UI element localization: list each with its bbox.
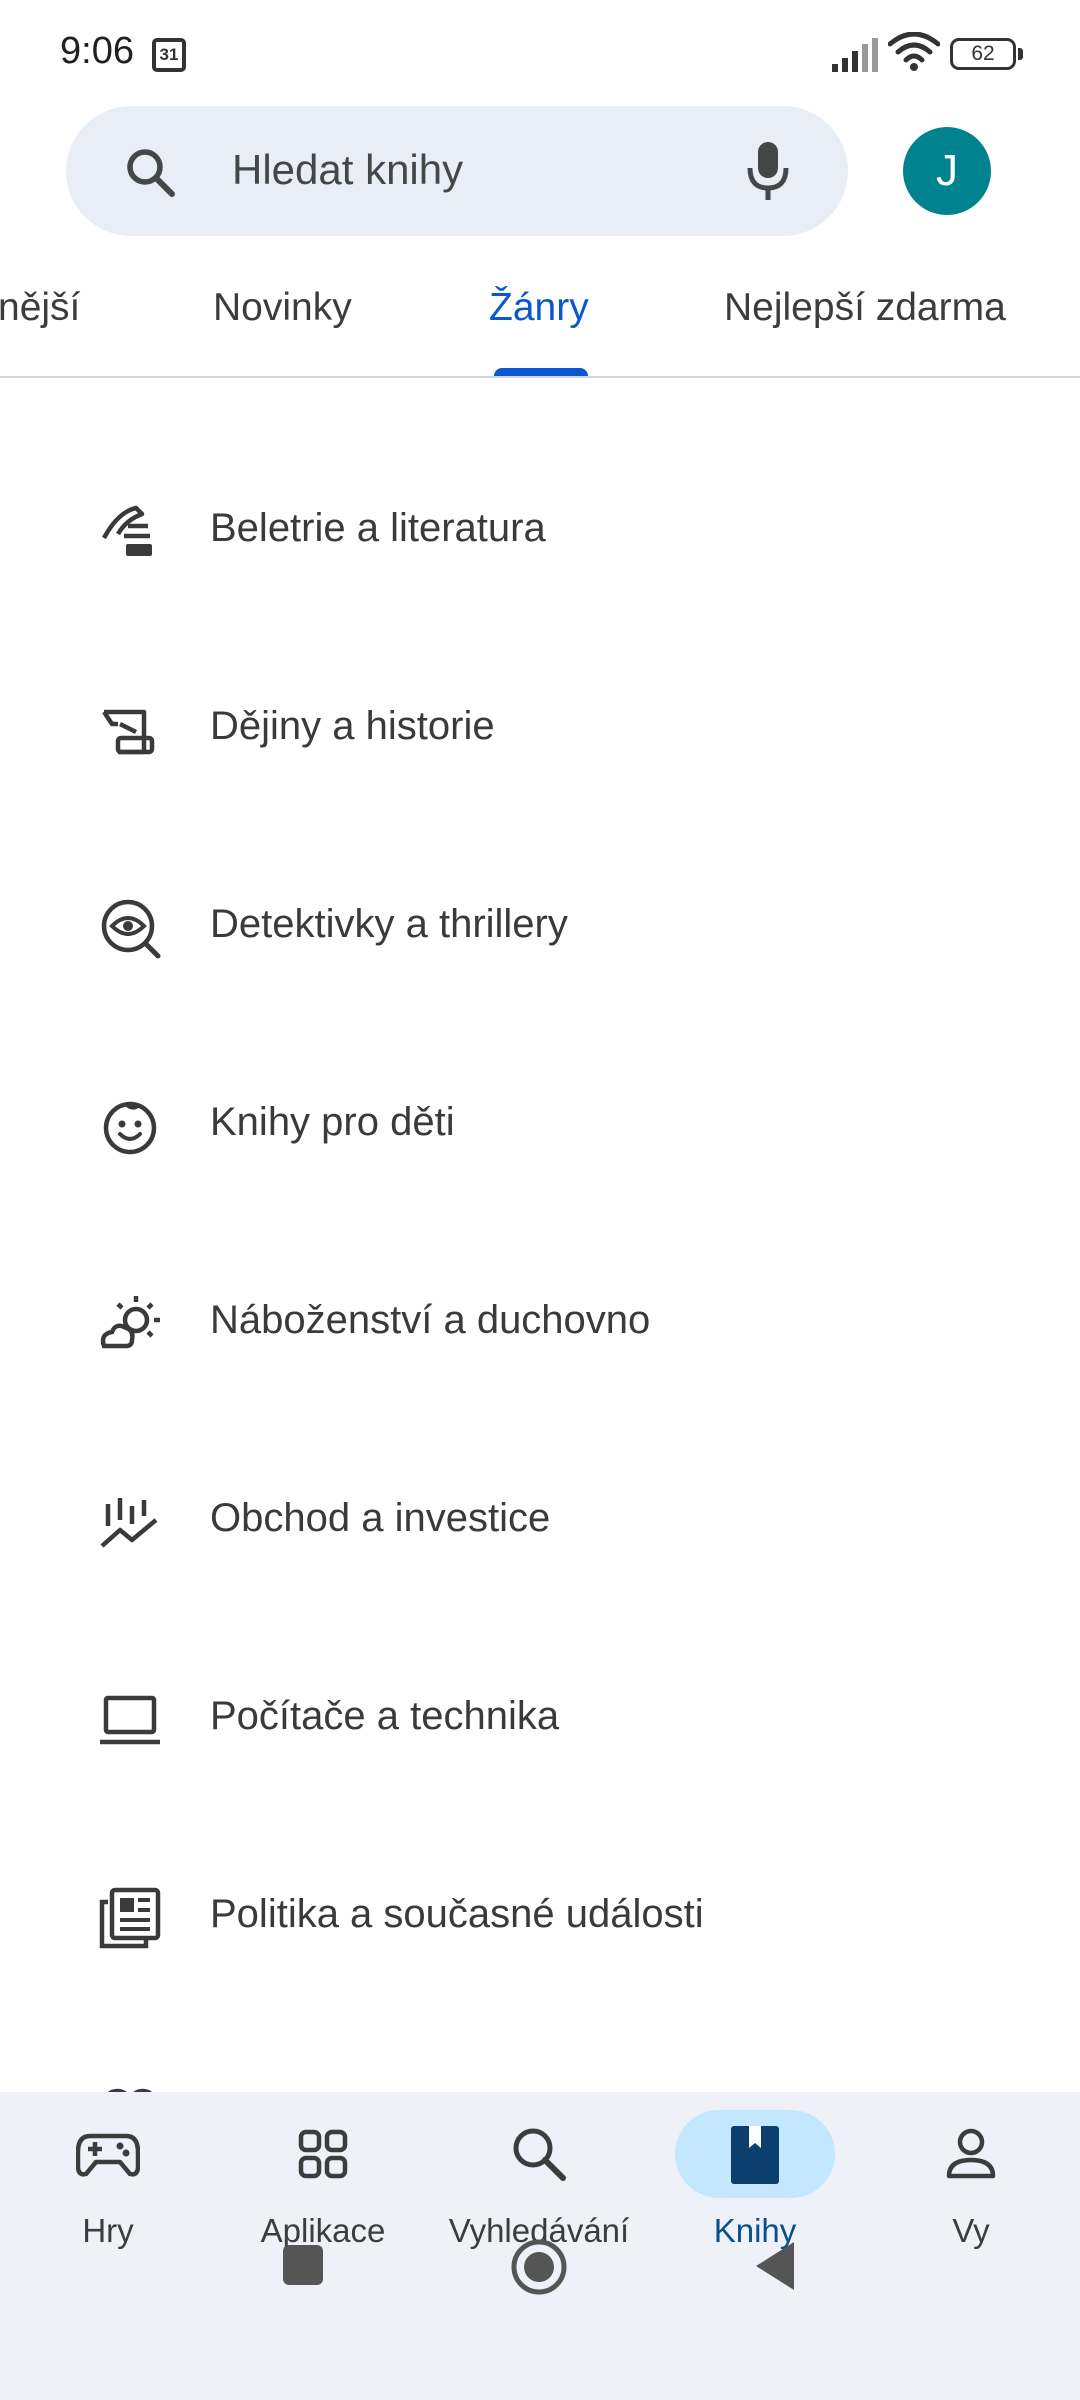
sun-cloud-icon: [100, 1296, 160, 1349]
genre-list: Beletrie a literatura Dějiny a historie …: [0, 420, 1080, 2092]
genre-item-politics[interactable]: Politika a současné události: [0, 1886, 1080, 2084]
eye-search-icon: [101, 899, 161, 959]
genre-label: Obchod a investice: [210, 1496, 551, 1540]
tab-top-free[interactable]: Nejlepší zdarma: [724, 286, 1006, 330]
genre-label: Knihy pro děti: [210, 1100, 455, 1144]
active-tab-indicator: [494, 368, 588, 376]
genre-label: Detektivky a thrillery: [210, 902, 568, 946]
book-icon: [731, 2126, 779, 2184]
signal-icon: [832, 38, 878, 72]
heart-icon: [107, 2088, 153, 2092]
home-button[interactable]: [510, 2238, 568, 2296]
battery-icon: 62: [950, 38, 1016, 70]
genre-item-partial[interactable]: [0, 2084, 1080, 2092]
genre-item-religion[interactable]: Náboženství a duchovno: [0, 1292, 1080, 1490]
genre-item-business[interactable]: Obchod a investice: [0, 1490, 1080, 1688]
genre-item-children[interactable]: Knihy pro děti: [0, 1094, 1080, 1292]
back-button[interactable]: [752, 2240, 796, 2292]
genre-item-computers[interactable]: Počítače a technika: [0, 1688, 1080, 1886]
genre-label: Náboženství a duchovno: [210, 1298, 651, 1342]
system-navigation-bar: [0, 2210, 1080, 2320]
newspaper-icon: [99, 1887, 161, 1949]
genre-label: Politika a současné události: [210, 1892, 704, 1936]
category-tabs: nější Novinky Žánry Nejlepší zdarma: [0, 262, 1080, 378]
tab-popular[interactable]: nější: [0, 286, 80, 330]
child-face-icon: [103, 1101, 157, 1155]
recents-button[interactable]: [282, 2244, 324, 2286]
avatar[interactable]: J: [903, 127, 991, 215]
genre-label: Počítače a technika: [210, 1694, 560, 1738]
genre-item-mystery[interactable]: Detektivky a thrillery: [0, 896, 1080, 1094]
search-bar[interactable]: Hledat knihy: [66, 106, 848, 236]
apps-grid-icon: [298, 2129, 348, 2179]
status-time: 9:06: [60, 30, 134, 72]
genre-item-fiction[interactable]: Beletrie a literatura: [0, 500, 1080, 698]
battery-tip: [1018, 48, 1023, 60]
stock-chart-icon: [100, 1498, 158, 1548]
tab-new[interactable]: Novinky: [213, 286, 352, 330]
genre-item-history[interactable]: Dějiny a historie: [0, 698, 1080, 896]
calendar-icon: 31: [152, 38, 186, 72]
quill-icon: [102, 505, 152, 556]
search-icon: [127, 149, 175, 197]
search-input[interactable]: Hledat knihy: [232, 146, 463, 194]
wifi-icon: [888, 32, 940, 71]
laptop-icon: [100, 1695, 160, 1745]
gamepad-icon: [76, 2133, 140, 2177]
genre-label: Dějiny a historie: [210, 704, 495, 748]
person-icon: [946, 2128, 996, 2179]
search-icon: [513, 2128, 566, 2181]
status-bar: 9:06 31 62: [0, 0, 1080, 100]
scroll-icon: [102, 709, 155, 755]
genre-label: Beletrie a literatura: [210, 506, 546, 550]
tab-genres[interactable]: Žánry: [489, 286, 589, 330]
mic-icon[interactable]: [746, 140, 790, 202]
